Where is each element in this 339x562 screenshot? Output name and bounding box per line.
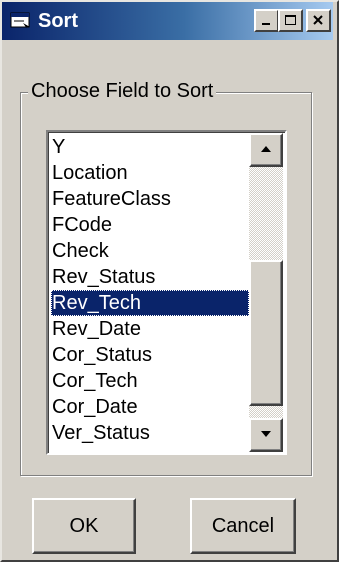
scroll-up-button[interactable] (249, 133, 283, 167)
cancel-button[interactable]: Cancel (190, 498, 296, 554)
ok-button[interactable]: OK (32, 498, 136, 554)
group-label: Choose Field to Sort (28, 78, 217, 104)
list-item[interactable]: Cor_Tech (51, 368, 249, 394)
list-item[interactable]: Check (51, 238, 249, 264)
list-item[interactable]: Rev_Date (51, 316, 249, 342)
field-listbox[interactable]: Y Location FeatureClass FCode Check Rev_… (46, 130, 287, 455)
maximize-icon (285, 15, 296, 25)
list-item[interactable]: Y (51, 134, 249, 160)
scrollbar-thumb[interactable] (249, 260, 283, 406)
maximize-button[interactable] (278, 9, 303, 32)
list-item[interactable]: Cor_Status (51, 342, 249, 368)
list-item-selected[interactable]: Rev_Tech (51, 290, 249, 316)
list-item[interactable]: FCode (51, 212, 249, 238)
scroll-down-arrow-icon (261, 431, 271, 437)
close-icon (313, 15, 323, 25)
minimize-button[interactable] (254, 9, 279, 32)
window-title: Sort (38, 10, 78, 32)
list-item[interactable]: FeatureClass (51, 186, 249, 212)
title-bar[interactable]: Sort (2, 2, 333, 40)
scroll-down-button[interactable] (249, 418, 283, 452)
app-icon (10, 12, 32, 30)
list-item[interactable]: Location (51, 160, 249, 186)
field-list: Y Location FeatureClass FCode Check Rev_… (51, 134, 249, 446)
scroll-up-arrow-icon (261, 146, 271, 152)
close-button[interactable] (306, 9, 331, 32)
vertical-scrollbar[interactable] (249, 133, 283, 452)
minimize-icon (262, 23, 270, 25)
list-item[interactable]: Cor_Date (51, 394, 249, 420)
list-item[interactable]: Ver_Status (51, 420, 249, 446)
list-item[interactable]: Rev_Status (51, 264, 249, 290)
